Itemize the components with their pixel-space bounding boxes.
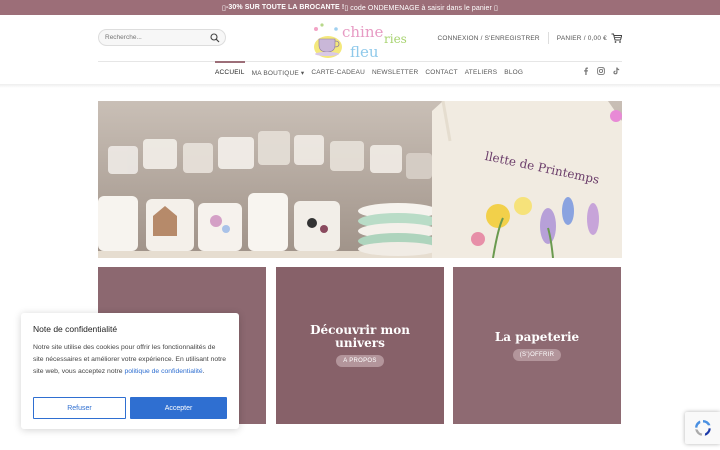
nav-item-newsletter[interactable]: NEWSLETTER (372, 67, 418, 77)
divider (547, 32, 549, 44)
nav-item-blog[interactable]: BLOG (504, 67, 523, 77)
cart-icon[interactable] (611, 33, 622, 43)
banner-suffix: ▯ code ONDEMENAGE à saisir dans le panie… (344, 4, 498, 12)
refuse-button[interactable]: Refuser (33, 397, 126, 419)
cookie-end: . (202, 368, 205, 375)
tiktok-icon[interactable] (612, 67, 620, 75)
nav-item-carte-cadeau[interactable]: CARTE-CADEAU (311, 67, 365, 77)
tile-title: La papeterie (494, 329, 580, 344)
recaptcha-icon (694, 420, 711, 436)
promo-banner: ▯ -30% SUR TOUTE LA BROCANTE ! ▯ code ON… (0, 0, 720, 15)
site-logo[interactable]: chine ries fleu (306, 17, 414, 61)
recaptcha-badge[interactable] (685, 412, 720, 444)
category-tile-univers[interactable]: Découvrir mon univers A PROPOS (276, 267, 444, 424)
search-icon[interactable] (210, 33, 220, 43)
nav-divider (98, 61, 622, 62)
nav-item-ma-boutique[interactable]: MA BOUTIQUE ▾ (252, 67, 305, 77)
accept-button[interactable]: Accepter (130, 397, 227, 419)
search-input[interactable] (105, 34, 205, 41)
search-box (98, 29, 226, 46)
cart-link[interactable]: PANIER / 0,00 € (557, 35, 607, 42)
facebook-icon[interactable] (582, 67, 590, 75)
tile-title: Découvrir mon univers (310, 323, 410, 350)
nav-item-accueil[interactable]: ACCUEIL (215, 61, 245, 77)
header-account-area: CONNEXION / S'ENREGISTRER PANIER / 0,00 … (437, 32, 622, 44)
logo-text-3: fleu (350, 43, 379, 61)
logo-text-1: chine (342, 23, 384, 41)
site-header: chine ries fleu CONNEXION / S'ENREGISTRE… (0, 15, 720, 61)
header-shadow (0, 84, 720, 88)
nav-item-contact[interactable]: CONTACT (425, 67, 457, 77)
cookie-text: Notre site utilise des cookies pour offr… (33, 342, 227, 378)
login-link[interactable]: CONNEXION / S'ENREGISTRER (437, 35, 539, 42)
cookie-dialog: Note de confidentialité Notre site utili… (21, 313, 239, 429)
hero-image[interactable]: llette de Printemps (98, 101, 622, 258)
nav-item-ateliers[interactable]: ATELIERS (465, 67, 498, 77)
banner-highlight: -30% SUR TOUTE LA BROCANTE ! (226, 4, 345, 11)
social-links (582, 67, 620, 75)
logo-text-2: ries (384, 32, 407, 46)
main-nav: ACCUEIL MA BOUTIQUE ▾ CARTE-CADEAU NEWSL… (215, 61, 523, 77)
offrir-button[interactable]: (S')OFFRIR (512, 348, 562, 361)
category-tile-papeterie[interactable]: La papeterie (S')OFFRIR (453, 267, 621, 424)
cookie-buttons: Refuser Accepter (33, 397, 227, 419)
a-propos-button[interactable]: A PROPOS (336, 355, 384, 367)
privacy-policy-link[interactable]: politique de confidentialité (124, 368, 202, 375)
instagram-icon[interactable] (597, 67, 605, 75)
cookie-title: Note de confidentialité (33, 324, 118, 334)
